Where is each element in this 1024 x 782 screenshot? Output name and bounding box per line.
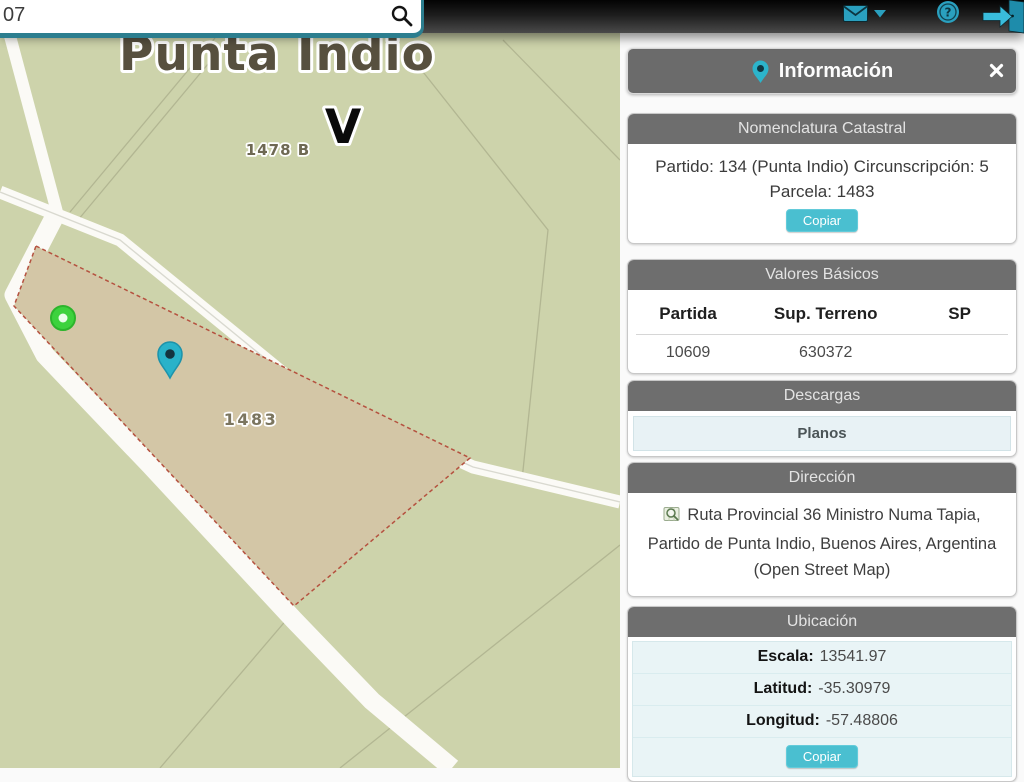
latitud-row: Latitud: -35.30979 bbox=[633, 673, 1011, 705]
search-bar bbox=[0, 0, 424, 38]
valores-table-header: Partida Sup. Terreno SP bbox=[636, 294, 1008, 335]
ubicacion-copy-row: Copiar bbox=[633, 737, 1011, 776]
section-valores-title: Valores Básicos bbox=[628, 260, 1016, 290]
panel-title: Información bbox=[778, 59, 894, 82]
map-city-label: Punta Indio bbox=[119, 33, 435, 82]
value-sup-terreno: 630372 bbox=[799, 344, 853, 361]
exit-button[interactable] bbox=[981, 0, 1024, 34]
escala-row: Escala: 13541.97 bbox=[757, 648, 887, 665]
envelope-icon bbox=[843, 5, 868, 22]
exit-icon bbox=[982, 0, 1024, 34]
info-panel: Información Nomenclatura Catastral Parti… bbox=[620, 33, 1024, 782]
section-nomenclatura-title: Nomenclatura Catastral bbox=[628, 114, 1016, 144]
section-nomenclatura-body: Partido: 134 (Punta Indio) Circunscripci… bbox=[628, 144, 1016, 243]
direccion-line-1: Ruta Provincial 36 Ministro Numa Tapia, bbox=[632, 502, 1012, 531]
chevron-down-icon bbox=[874, 9, 886, 17]
topbar: ? bbox=[0, 0, 1024, 38]
column-sp: SP bbox=[948, 304, 971, 323]
green-circle-marker[interactable] bbox=[50, 305, 76, 331]
panel-header: Información bbox=[627, 48, 1017, 94]
parcel-1478b-label: 1478 B bbox=[246, 141, 310, 159]
parcel-1483-label: 1483 bbox=[224, 410, 279, 429]
search-input[interactable] bbox=[0, 0, 373, 31]
map-zone-label: V bbox=[325, 100, 362, 155]
map-canvas[interactable]: Punta Indio V 1478 B 1483 bbox=[0, 33, 620, 768]
planos-link[interactable]: Planos bbox=[633, 416, 1011, 451]
mail-button[interactable] bbox=[843, 5, 886, 22]
section-descargas: Descargas Planos bbox=[627, 380, 1017, 457]
copy-nomenclatura-button[interactable]: Copiar bbox=[785, 209, 859, 232]
section-ubicacion-title: Ubicación bbox=[628, 607, 1016, 637]
section-ubicacion: Ubicación Escala: 13541.97 Latitud: -35.30… bbox=[627, 606, 1017, 782]
map-pin-icon bbox=[752, 60, 769, 83]
section-descargas-body: Planos bbox=[628, 411, 1016, 456]
valores-table-row: 10609 630372 bbox=[636, 335, 1008, 365]
question-icon: ? bbox=[937, 1, 959, 23]
direccion-line-2: Partido de Punta Indio, Buenos Aires, Ar… bbox=[647, 535, 997, 553]
nomenclatura-line-2: Parcela: 1483 bbox=[769, 182, 875, 201]
close-button[interactable] bbox=[989, 63, 1004, 81]
search-icon bbox=[391, 5, 413, 26]
search-button[interactable] bbox=[387, 3, 417, 31]
map-svg: Punta Indio V 1478 B 1483 bbox=[0, 33, 620, 768]
close-icon bbox=[989, 63, 1004, 78]
column-partida: Partida bbox=[659, 304, 717, 323]
section-ubicacion-body: Escala: 13541.97 Latitud: -35.30979 Longit… bbox=[632, 641, 1012, 777]
map-magnifier-icon bbox=[663, 505, 681, 531]
column-sup-terreno: Sup. Terreno bbox=[773, 304, 878, 323]
value-sp bbox=[911, 344, 1008, 362]
longitud-row: Longitud: -57.48806 bbox=[633, 705, 1011, 737]
valores-table: Partida Sup. Terreno SP 10609 630372 bbox=[628, 290, 1016, 373]
value-partida: 10609 bbox=[665, 344, 711, 361]
section-direccion-body: Ruta Provincial 36 Ministro Numa Tapia, … bbox=[628, 493, 1016, 596]
section-direccion: Dirección Ruta Provincial 36 Ministro Nu… bbox=[627, 462, 1017, 597]
section-descargas-title: Descargas bbox=[628, 381, 1016, 411]
section-valores: Valores Básicos Partida Sup. Terreno SP … bbox=[627, 259, 1017, 374]
svg-text:?: ? bbox=[945, 6, 952, 20]
nomenclatura-line-1: Partido: 134 (Punta Indio) Circunscripci… bbox=[655, 157, 989, 176]
section-nomenclatura: Nomenclatura Catastral Partido: 134 (Pun… bbox=[627, 113, 1017, 244]
copy-ubicacion-button[interactable]: Copiar bbox=[785, 745, 859, 768]
help-button[interactable]: ? bbox=[936, 0, 960, 24]
section-direccion-title: Dirección bbox=[628, 463, 1016, 493]
direccion-line-3: (Open Street Map) bbox=[753, 561, 891, 579]
